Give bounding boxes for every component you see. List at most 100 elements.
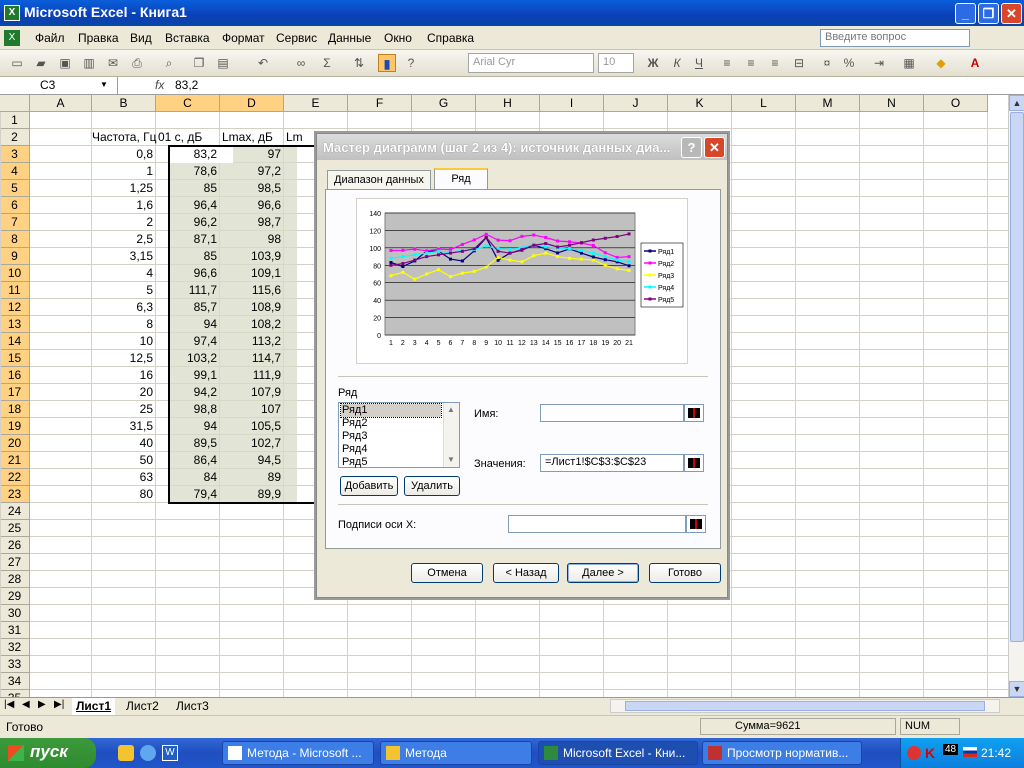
cell-C9[interactable]: 85 (156, 248, 220, 265)
scroll-down-button[interactable]: ▼ (1009, 681, 1024, 697)
cell-B15[interactable]: 12,5 (92, 350, 156, 367)
cell-C19[interactable]: 94 (156, 418, 220, 435)
function-icon[interactable]: fx (155, 78, 164, 92)
cell-B11[interactable]: 5 (92, 282, 156, 299)
cell-C12[interactable]: 85,7 (156, 299, 220, 316)
menu-view[interactable]: Вид (130, 31, 152, 45)
series-item-2[interactable]: Ряд2 (341, 417, 441, 430)
cell-D6[interactable]: 96,6 (220, 197, 284, 214)
language-flag-icon[interactable] (963, 747, 977, 757)
cell-B12[interactable]: 6,3 (92, 299, 156, 316)
cell-B2[interactable]: Частота, Гц (92, 129, 157, 146)
align-right-icon[interactable]: ≡ (766, 54, 784, 72)
menu-edit[interactable]: Правка (78, 31, 119, 45)
cell-D2[interactable]: Lmax, дБ (220, 129, 284, 146)
cell-B13[interactable]: 8 (92, 316, 156, 333)
finish-button[interactable]: Готово (649, 563, 721, 583)
row-header-18[interactable]: 18 (0, 401, 30, 418)
cell-B6[interactable]: 1,6 (92, 197, 156, 214)
cell-D8[interactable]: 98 (220, 231, 284, 248)
sheet-tab-2[interactable]: Лист2 (122, 698, 163, 715)
cell-B21[interactable]: 50 (92, 452, 156, 469)
cell-B14[interactable]: 10 (92, 333, 156, 350)
cell-C14[interactable]: 97,4 (156, 333, 220, 350)
cell-C18[interactable]: 98,8 (156, 401, 220, 418)
cell-D14[interactable]: 113,2 (220, 333, 284, 350)
task-word-metoda[interactable]: Метода - Microsoft ... (222, 741, 374, 765)
menu-data[interactable]: Данные (328, 31, 371, 45)
cell-C7[interactable]: 96,2 (156, 214, 220, 231)
row-header-30[interactable]: 30 (0, 605, 30, 622)
cell-D11[interactable]: 115,6 (220, 282, 284, 299)
menu-tools[interactable]: Сервис (276, 31, 317, 45)
cell-B23[interactable]: 80 (92, 486, 156, 503)
column-header-L[interactable]: L (732, 95, 796, 112)
menu-file[interactable]: Файл (35, 31, 65, 45)
menu-window[interactable]: Окно (384, 31, 412, 45)
first-sheet-icon[interactable]: |◀ (4, 699, 14, 710)
cell-D21[interactable]: 94,5 (220, 452, 284, 469)
font-color-icon[interactable]: A (966, 54, 984, 72)
cell-D5[interactable]: 98,5 (220, 180, 284, 197)
cell-D7[interactable]: 98,7 (220, 214, 284, 231)
name-ref-button[interactable] (684, 404, 704, 422)
row-header-26[interactable]: 26 (0, 537, 30, 554)
merge-icon[interactable]: ⊟ (790, 54, 808, 72)
xlabels-input[interactable] (508, 515, 686, 533)
series-item-4[interactable]: Ряд4 (341, 443, 441, 456)
browser-icon[interactable] (140, 745, 156, 761)
chevron-down-icon[interactable]: ▼ (100, 80, 108, 89)
add-series-button[interactable]: Добавить (340, 476, 398, 496)
bold-icon[interactable]: Ж (644, 54, 662, 72)
cell-C3[interactable]: 83,2 (156, 146, 220, 163)
column-header-A[interactable]: A (30, 95, 92, 112)
scroll-up-button[interactable]: ▲ (1009, 95, 1024, 111)
align-left-icon[interactable]: ≡ (718, 54, 736, 72)
task-excel[interactable]: Microsoft Excel - Кни... (538, 741, 698, 765)
sort-icon[interactable]: ⇅ (350, 54, 368, 72)
row-header-7[interactable]: 7 (0, 214, 30, 231)
font-select[interactable]: Arial Cyr (468, 53, 594, 73)
task-folder-metoda[interactable]: Метода (380, 741, 532, 765)
row-header-16[interactable]: 16 (0, 367, 30, 384)
cell-C22[interactable]: 84 (156, 469, 220, 486)
row-header-20[interactable]: 20 (0, 435, 30, 452)
cell-B5[interactable]: 1,25 (92, 180, 156, 197)
dialog-close-button[interactable]: ✕ (704, 137, 725, 158)
cell-C23[interactable]: 79,4 (156, 486, 220, 503)
cell-B8[interactable]: 2,5 (92, 231, 156, 248)
cell-D22[interactable]: 89 (220, 469, 284, 486)
column-header-F[interactable]: F (348, 95, 412, 112)
row-header-6[interactable]: 6 (0, 197, 30, 214)
cell-B16[interactable]: 16 (92, 367, 156, 384)
cell-B18[interactable]: 25 (92, 401, 156, 418)
row-header-3[interactable]: 3 (0, 146, 30, 163)
save-icon[interactable]: ▣ (56, 54, 74, 72)
align-center-icon[interactable]: ≡ (742, 54, 760, 72)
currency-icon[interactable]: ¤ (818, 54, 836, 72)
menu-format[interactable]: Формат (222, 31, 265, 45)
scroll-down-icon[interactable]: ▼ (447, 455, 455, 464)
series-name-input[interactable] (540, 404, 684, 422)
cell-D20[interactable]: 102,7 (220, 435, 284, 452)
formula-input[interactable]: 83,2 (175, 78, 198, 92)
permission-icon[interactable]: ▥ (80, 54, 98, 72)
cell-C8[interactable]: 87,1 (156, 231, 220, 248)
series-item-5[interactable]: Ряд5 (341, 456, 441, 469)
cell-D19[interactable]: 105,5 (220, 418, 284, 435)
sheet-tab-1[interactable]: Лист1 (72, 698, 116, 715)
cancel-button[interactable]: Отмена (411, 563, 483, 583)
series-list-scrollbar[interactable]: ▲ ▼ (443, 403, 459, 467)
row-header-21[interactable]: 21 (0, 452, 30, 469)
next-sheet-icon[interactable]: ▶ (38, 699, 46, 710)
cell-B10[interactable]: 4 (92, 265, 156, 282)
horizontal-scrollbar[interactable] (610, 699, 1000, 713)
row-header-23[interactable]: 23 (0, 486, 30, 503)
tray-arrow-icon[interactable] (907, 746, 921, 760)
row-header-19[interactable]: 19 (0, 418, 30, 435)
borders-icon[interactable]: ▦ (900, 54, 918, 72)
cell-B17[interactable]: 20 (92, 384, 156, 401)
column-header-N[interactable]: N (860, 95, 924, 112)
row-header-8[interactable]: 8 (0, 231, 30, 248)
row-header-11[interactable]: 11 (0, 282, 30, 299)
